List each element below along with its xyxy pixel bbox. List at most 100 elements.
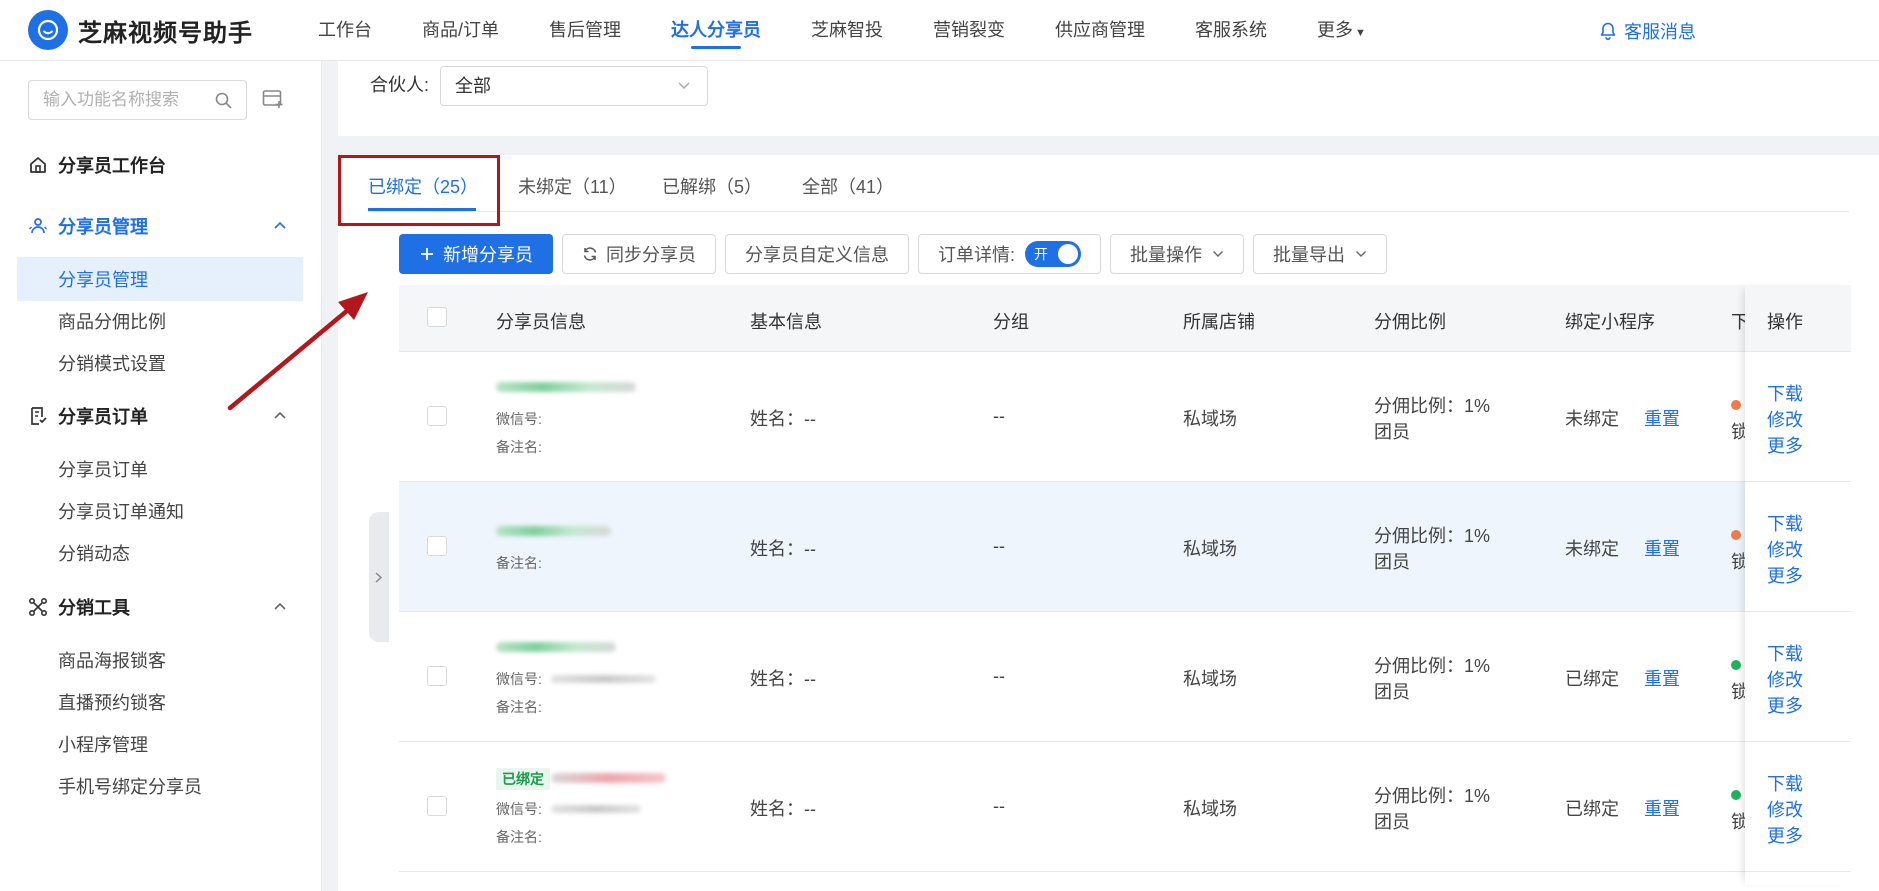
edit-link[interactable]: 修改: [1767, 796, 1803, 822]
shop-value: 私域场: [1183, 799, 1237, 819]
reset-link[interactable]: 重置: [1644, 535, 1680, 561]
plus-icon: [421, 248, 433, 260]
collapse-handle[interactable]: [369, 512, 389, 642]
tab-unbound-released[interactable]: 已解绑（5）: [662, 173, 762, 199]
custom-info-button[interactable]: 分享员自定义信息: [725, 234, 909, 274]
nav-more[interactable]: 更多 ▼: [1317, 0, 1366, 61]
service-message-link[interactable]: 客服消息: [1598, 0, 1696, 61]
nav-supplier[interactable]: 供应商管理: [1055, 0, 1145, 61]
order-detail-toggle-text: 开: [1034, 246, 1049, 262]
edit-link[interactable]: 修改: [1767, 406, 1803, 432]
menu-item-live-reservation-lock[interactable]: 直播预约锁客: [17, 680, 303, 724]
download-link[interactable]: 下载: [1767, 640, 1803, 666]
nav-sharers[interactable]: 达人分享员: [671, 0, 761, 61]
partner-select[interactable]: 全部: [440, 66, 708, 106]
menu-item-distribution-activity[interactable]: 分销动态: [17, 531, 303, 575]
chevron-right-icon: [375, 572, 383, 583]
function-search: [28, 80, 247, 120]
commission-role: 团员: [1374, 812, 1410, 832]
order-detail-toggle[interactable]: 开: [1025, 241, 1082, 267]
reset-link[interactable]: 重置: [1644, 665, 1680, 691]
name-value: 姓名：--: [750, 539, 816, 559]
status-dot: [1731, 400, 1741, 410]
app-title: 芝麻视频号助手: [78, 19, 253, 47]
top-nav: 工作台 商品/订单 售后管理 达人分享员 芝麻智投 营销裂变 供应商管理 客服系…: [318, 0, 1416, 61]
sync-sharer-button[interactable]: 同步分享员: [562, 234, 716, 274]
remark-label: 备注名:: [496, 699, 542, 715]
menu-group-distribution-tools-label: 分销工具: [58, 598, 130, 618]
nav-goods-orders[interactable]: 商品/订单: [422, 0, 499, 61]
table-row[interactable]: 微信号: 备注名: 姓名：-- -- 私域场 分佣比例：1% 团员 未绑定 重置…: [399, 352, 1851, 482]
order-detail-label: 订单详情:: [938, 245, 1016, 265]
commission-value: 分佣比例：1%: [1374, 656, 1491, 676]
order-doc-icon: [31, 407, 47, 425]
edit-link[interactable]: 修改: [1767, 536, 1803, 562]
commission-value: 分佣比例：1%: [1374, 396, 1491, 416]
menu-item-order-notifications[interactable]: 分享员订单通知: [17, 489, 303, 533]
wechat-id-label: 微信号:: [496, 671, 542, 687]
chevron-down-icon: [678, 82, 690, 90]
batch-operations-button[interactable]: 批量操作: [1110, 234, 1245, 274]
batch-export-button[interactable]: 批量导出: [1253, 234, 1388, 274]
home-icon: [30, 157, 46, 173]
table-row[interactable]: 已绑定 微信号: 备注名: 姓名：-- -- 私域场 分佣比例：1% 团员 已绑…: [399, 742, 1851, 872]
annotation-highlight-box: [338, 155, 500, 226]
more-link[interactable]: 更多: [1767, 432, 1803, 458]
bell-icon: [1600, 22, 1616, 40]
nav-zhima-ads[interactable]: 芝麻智投: [811, 0, 883, 61]
menu-item-phone-binding[interactable]: 手机号绑定分享员: [17, 764, 303, 808]
table-row[interactable]: 微信号: 备注名: 姓名：-- -- 私域场 分佣比例：1% 团员 已绑定 重置…: [399, 612, 1851, 742]
redacted-nickname: [496, 382, 636, 392]
row-checkbox[interactable]: [427, 796, 447, 816]
menu-group-sharer-management[interactable]: 分享员管理: [0, 204, 322, 248]
menu-sharer-workbench[interactable]: 分享员工作台: [0, 143, 322, 187]
group-value: --: [993, 796, 1005, 816]
function-search-input[interactable]: [43, 90, 208, 110]
menu-item-poster-lock[interactable]: 商品海报锁客: [17, 638, 303, 682]
nav-after-sales[interactable]: 售后管理: [549, 0, 621, 61]
commission-role: 团员: [1374, 682, 1410, 702]
operations-cell: 下载 修改 更多: [1745, 482, 1851, 612]
nav-marketing[interactable]: 营销裂变: [933, 0, 1005, 61]
download-link[interactable]: 下载: [1767, 380, 1803, 406]
caret-down-icon: ▼: [1355, 26, 1366, 39]
table-row[interactable]: 备注名: 姓名：-- -- 私域场 分佣比例：1% 团员 未绑定 重置 锁: [399, 482, 1851, 612]
tab-unbound[interactable]: 未绑定（11）: [518, 173, 627, 199]
chevron-up-icon: [274, 602, 286, 610]
menu-item-mini-program[interactable]: 小程序管理: [17, 722, 303, 766]
commission-role: 团员: [1374, 422, 1410, 442]
row-checkbox[interactable]: [427, 406, 447, 426]
toolbar: 新增分享员 同步分享员 分享员自定义信息 订单详情: 开 批量操作 批量导出: [399, 234, 1396, 274]
app-logo[interactable]: 芝麻视频号助手: [28, 10, 318, 50]
menu-item-sharer-orders[interactable]: 分享员订单: [17, 447, 303, 491]
commission-role: 团员: [1374, 552, 1410, 572]
redacted-wechat-id: [551, 805, 641, 813]
col-operations: 操作: [1767, 312, 1803, 332]
more-link[interactable]: 更多: [1767, 822, 1803, 848]
select-all-checkbox[interactable]: [427, 307, 447, 327]
mini-program-status: 已绑定: [1565, 669, 1619, 689]
search-icon[interactable]: [215, 92, 232, 109]
row-checkbox[interactable]: [427, 666, 447, 686]
edit-link[interactable]: 修改: [1767, 666, 1803, 692]
add-sharer-button[interactable]: 新增分享员: [399, 234, 553, 274]
nav-customer-service[interactable]: 客服系统: [1195, 0, 1267, 61]
redacted-wechat-id: [551, 675, 656, 683]
menu-group-distribution-tools[interactable]: 分销工具: [0, 585, 322, 629]
more-link[interactable]: 更多: [1767, 562, 1803, 588]
reset-link[interactable]: 重置: [1644, 795, 1680, 821]
tab-all[interactable]: 全部（41）: [802, 173, 894, 199]
more-link[interactable]: 更多: [1767, 692, 1803, 718]
reset-link[interactable]: 重置: [1644, 405, 1680, 431]
name-value: 姓名：--: [750, 409, 816, 429]
row-checkbox[interactable]: [427, 536, 447, 556]
nav-workbench[interactable]: 工作台: [318, 0, 372, 61]
users-icon: [28, 218, 48, 234]
download-link[interactable]: 下载: [1767, 770, 1803, 796]
table-header: 分享员信息 基本信息 分组 所属店铺 分佣比例 绑定小程序 下: [399, 285, 1851, 352]
col-mini-program: 绑定小程序: [1565, 312, 1655, 332]
download-link[interactable]: 下载: [1767, 510, 1803, 536]
commission-value: 分佣比例：1%: [1374, 786, 1491, 806]
refresh-icon: [583, 247, 597, 261]
card-settings-icon[interactable]: [262, 89, 284, 109]
